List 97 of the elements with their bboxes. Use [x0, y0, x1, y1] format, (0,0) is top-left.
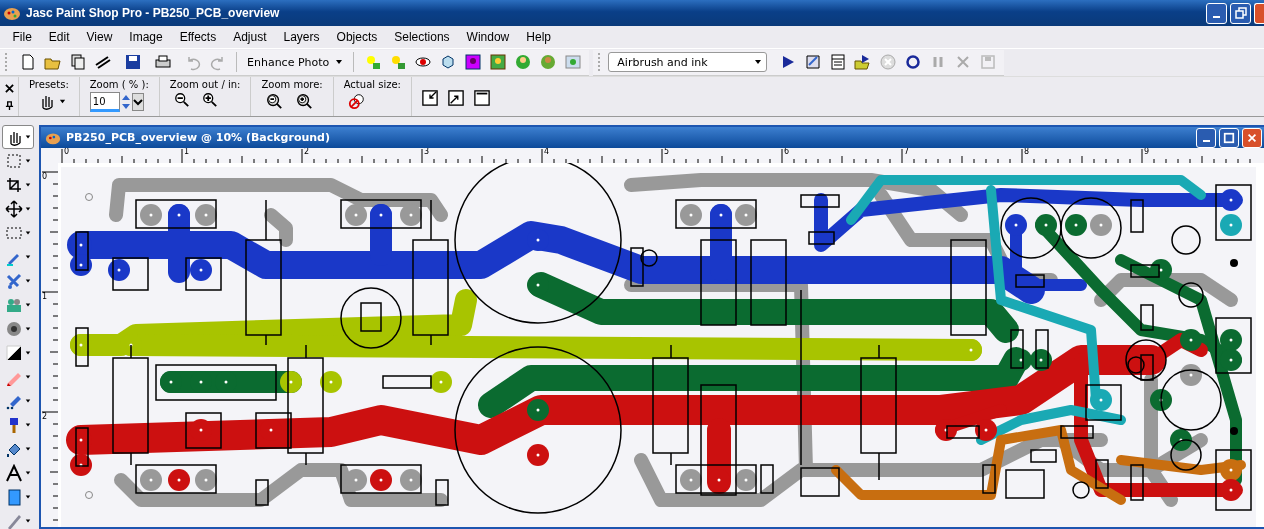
save-icon[interactable] [123, 53, 142, 71]
clone-icon [5, 296, 23, 314]
ruler-number: 1 [184, 148, 190, 156]
fit-window-icon[interactable] [473, 89, 490, 106]
portrait-icon[interactable] [463, 53, 482, 71]
window-icon[interactable] [828, 53, 847, 71]
ruler-number: 2 [42, 413, 48, 421]
menu-item[interactable]: Objects [328, 30, 386, 44]
maximize-button[interactable] [1219, 127, 1239, 148]
maximize-icon [1223, 131, 1235, 144]
enhance-photo-button[interactable]: Enhance Photo [243, 55, 348, 69]
caret-icon [25, 398, 31, 404]
menu-item[interactable]: View [78, 30, 121, 44]
script-dropdown[interactable]: Airbrush and ink [608, 52, 768, 72]
menu-item[interactable]: Adjust [224, 30, 275, 44]
zoom-label: Zoom ( % ): [89, 79, 149, 90]
selection-icon [5, 224, 23, 242]
ruler-number: 6 [784, 148, 790, 156]
folder-play-icon[interactable] [853, 53, 872, 71]
window-title: Jasc Paint Shop Pro - PB250_PCB_overview [26, 6, 280, 20]
landscape-icon[interactable] [488, 53, 507, 71]
zoom-out-icon[interactable] [265, 92, 284, 110]
gradient-icon [5, 344, 23, 362]
ruler-number: 7 [904, 148, 910, 156]
caret-icon [25, 350, 31, 356]
close-icon[interactable] [4, 83, 14, 93]
zoom-input[interactable]: 10 [89, 92, 120, 112]
ruler-number: 2 [304, 148, 310, 156]
caret-icon [59, 97, 66, 105]
image-window-title: PB250_PCB_overview @ 10% (Background) [66, 131, 330, 144]
ruler-number: 0 [42, 173, 48, 181]
person-icon[interactable] [538, 53, 557, 71]
record-icon[interactable] [903, 53, 922, 71]
menu-item[interactable]: Image [120, 30, 172, 44]
caret-icon [25, 182, 31, 188]
selection-icon [5, 152, 23, 170]
zoom-out-in-label: Zoom out / in: [169, 79, 241, 90]
presets-label: Presets: [29, 79, 69, 90]
caret-icon [335, 58, 344, 66]
lens-icon [5, 320, 23, 338]
caret-icon [25, 206, 31, 212]
actual-size-icon[interactable] [347, 92, 366, 110]
close-icon [1246, 131, 1258, 144]
restore-icon [1233, 6, 1248, 20]
person-icon[interactable] [513, 53, 532, 71]
caret-icon [25, 326, 31, 332]
ruler-number: 8 [1024, 148, 1030, 156]
ruler-number: 9 [1144, 148, 1150, 156]
zoom-out-icon[interactable] [173, 92, 190, 108]
caret-icon [25, 446, 31, 452]
actual-size-label: Actual size: [343, 79, 401, 90]
shrink-window-icon[interactable] [421, 89, 438, 106]
pin-icon[interactable] [4, 100, 14, 110]
minimize-button[interactable] [1196, 127, 1216, 148]
caret-icon [25, 302, 31, 308]
close-button[interactable] [1242, 127, 1262, 148]
zoom-in-icon[interactable] [201, 92, 218, 108]
close-button[interactable] [1254, 2, 1264, 24]
tool-button[interactable] [2, 125, 34, 149]
caret-icon [25, 374, 31, 380]
minimize-icon [1213, 15, 1220, 18]
ruler-number: 5 [664, 148, 670, 156]
print-icon[interactable] [153, 53, 172, 71]
crop-icon [5, 176, 23, 194]
rectangle-icon [5, 488, 23, 506]
expand-window-icon[interactable] [447, 89, 464, 106]
text-icon [5, 464, 23, 482]
ruler-number: 0 [64, 148, 70, 156]
caret-icon [25, 470, 31, 476]
caret-icon [25, 134, 31, 140]
ruler-number: 1 [42, 293, 48, 301]
picture-icon[interactable] [563, 53, 582, 71]
ruler-number: 4 [544, 148, 550, 156]
menu-item[interactable]: Edit [40, 30, 79, 44]
caret-icon [25, 494, 31, 500]
menu-item[interactable]: File [4, 30, 41, 44]
zoom-more-label: Zoom more: [261, 79, 323, 90]
restore-button[interactable] [1230, 2, 1251, 24]
caret-icon [25, 422, 31, 428]
menu-item[interactable]: Selections [385, 30, 459, 44]
copy-icon[interactable] [68, 53, 87, 71]
zoom-in-icon[interactable] [295, 92, 314, 110]
caret-icon [25, 158, 31, 164]
menu-item[interactable]: Layers [275, 30, 329, 44]
menu-item[interactable]: Window [458, 30, 518, 44]
caret-icon [25, 518, 31, 524]
move-icon [5, 200, 23, 218]
minimize-button[interactable] [1206, 2, 1227, 24]
minimize-icon [1202, 139, 1210, 142]
caret-icon [25, 230, 31, 236]
menu-item[interactable]: Effects [171, 30, 225, 44]
caret-icon [25, 278, 31, 284]
caret-icon [25, 254, 31, 260]
menu-item[interactable]: Help [517, 30, 560, 44]
pen-icon [5, 512, 23, 529]
caret-icon [754, 58, 763, 66]
ruler-number: 3 [424, 148, 430, 156]
